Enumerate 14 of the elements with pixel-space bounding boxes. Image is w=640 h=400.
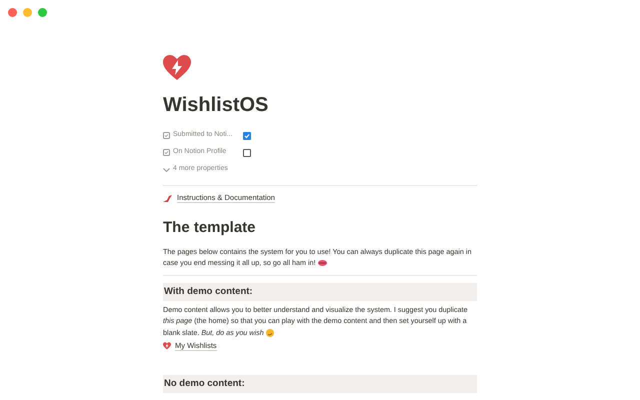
heart-icon (163, 342, 171, 350)
checkbox-property-icon (163, 132, 170, 139)
section-heading: The template (163, 218, 257, 238)
page-title: WishlistOS (163, 93, 270, 117)
callout-heading: No demo content: (163, 375, 477, 394)
zoom-window-button[interactable] (38, 8, 47, 17)
heart-icon (163, 55, 191, 81)
callout-heading: With demo content: (163, 283, 477, 302)
close-window-button[interactable] (8, 8, 17, 17)
checkbox[interactable] (243, 148, 251, 156)
minimize-window-button[interactable] (23, 8, 32, 17)
checkbox-property-icon (163, 149, 170, 156)
checkbox[interactable] (243, 132, 251, 140)
chevron-down-icon (163, 168, 170, 172)
